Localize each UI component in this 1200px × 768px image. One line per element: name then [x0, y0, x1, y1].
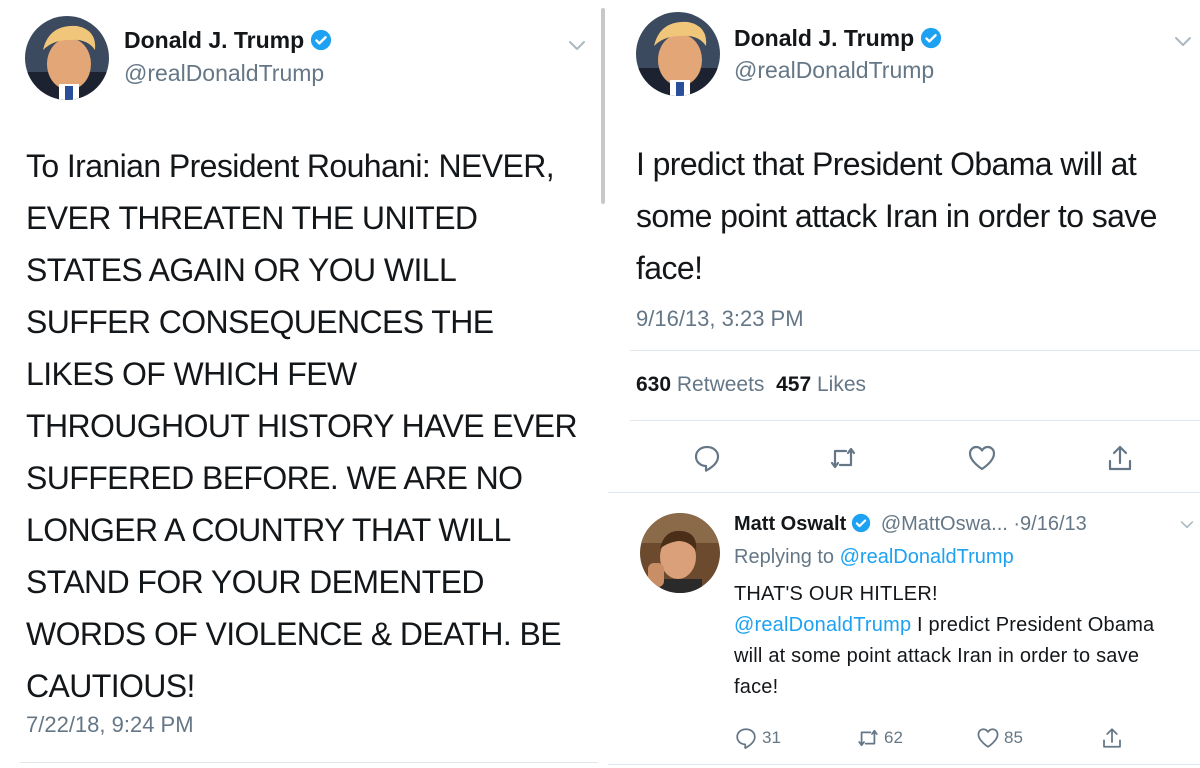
retweet-icon	[858, 729, 878, 747]
author-name-text: Donald J. Trump	[124, 27, 305, 53]
reply-text-line1: THAT'S OUR HITLER!	[734, 583, 938, 605]
reply-like-button[interactable]: 85	[976, 725, 1023, 751]
profile-photo-icon	[640, 513, 720, 593]
tweet-text: I predict that President Obama will at s…	[636, 146, 1157, 286]
reply-button[interactable]	[692, 443, 722, 473]
scrollbar[interactable]	[601, 8, 605, 204]
like-count[interactable]: 457	[776, 373, 811, 396]
reply-retweet-count: 62	[884, 728, 903, 747]
retweet-icon	[830, 447, 856, 469]
reply-reply-button[interactable]: 31	[734, 725, 781, 751]
retweet-count[interactable]: 630	[636, 373, 671, 396]
reply-icon	[736, 728, 756, 749]
reply-mention[interactable]: @realDonaldTrump	[734, 614, 911, 636]
divider	[630, 350, 1200, 351]
retweet-button[interactable]	[828, 443, 858, 473]
chevron-down-icon[interactable]	[1180, 520, 1194, 530]
verified-badge-icon	[920, 27, 942, 49]
reply-like-count: 85	[1004, 728, 1023, 747]
author-name-text: Donald J. Trump	[734, 25, 915, 51]
like-button[interactable]	[967, 443, 997, 473]
reply-text: THAT'S OUR HITLER! @realDonaldTrump I pr…	[734, 579, 1184, 703]
heart-icon	[977, 728, 999, 748]
verified-badge-icon	[851, 513, 871, 533]
chevron-down-icon[interactable]	[1174, 36, 1192, 48]
reply-icon	[694, 445, 720, 472]
divider	[630, 420, 1200, 421]
tweet-timestamp[interactable]: 9/16/13, 3:23 PM	[636, 306, 804, 332]
tweet-text: To Iranian President Rouhani: NEVER, EVE…	[26, 148, 578, 704]
share-button[interactable]	[1105, 443, 1135, 473]
divider	[608, 764, 1200, 765]
author-name[interactable]: Donald J. Trump	[734, 25, 942, 52]
reply-author-handle: @MattOswa...	[880, 513, 1008, 535]
share-icon	[1108, 445, 1132, 471]
reply-author-name: Matt Oswalt	[734, 513, 847, 535]
avatar[interactable]	[25, 16, 109, 100]
replying-to: Replying to @realDonaldTrump	[734, 546, 1014, 569]
author-name[interactable]: Donald J. Trump	[124, 27, 332, 54]
reply-avatar[interactable]	[640, 513, 720, 593]
right-tweet-card: Donald J. Trump @realDonaldTrump I predi…	[608, 0, 1200, 768]
replying-to-label: Replying to	[734, 546, 835, 568]
retweet-label[interactable]: Retweets	[677, 373, 765, 396]
author-handle[interactable]: @realDonaldTrump	[734, 57, 934, 84]
heart-icon	[968, 445, 996, 471]
reply-date[interactable]: 9/16/13	[1020, 513, 1087, 535]
replying-to-handle[interactable]: @realDonaldTrump	[840, 546, 1014, 568]
like-label[interactable]: Likes	[817, 373, 866, 396]
reply-retweet-button[interactable]: 62	[856, 725, 903, 751]
reply-reply-count: 31	[762, 728, 781, 747]
left-tweet-card: Donald J. Trump @realDonaldTrump To Iran…	[0, 0, 598, 768]
share-icon	[1103, 728, 1121, 748]
divider	[20, 762, 598, 763]
verified-badge-icon	[310, 29, 332, 51]
divider	[608, 492, 1200, 493]
reply-author[interactable]: Matt Oswalt @MattOswa... ·9/16/13	[734, 513, 1087, 536]
author-handle[interactable]: @realDonaldTrump	[124, 60, 324, 87]
profile-photo-icon	[25, 16, 109, 100]
chevron-down-icon[interactable]	[568, 40, 586, 52]
tweet-timestamp[interactable]: 7/22/18, 9:24 PM	[26, 712, 194, 738]
profile-photo-icon	[636, 12, 720, 96]
engagement-stats: 630 Retweets 457 Likes	[636, 373, 866, 397]
avatar[interactable]	[636, 12, 720, 96]
reply-share-button[interactable]	[1100, 725, 1124, 751]
